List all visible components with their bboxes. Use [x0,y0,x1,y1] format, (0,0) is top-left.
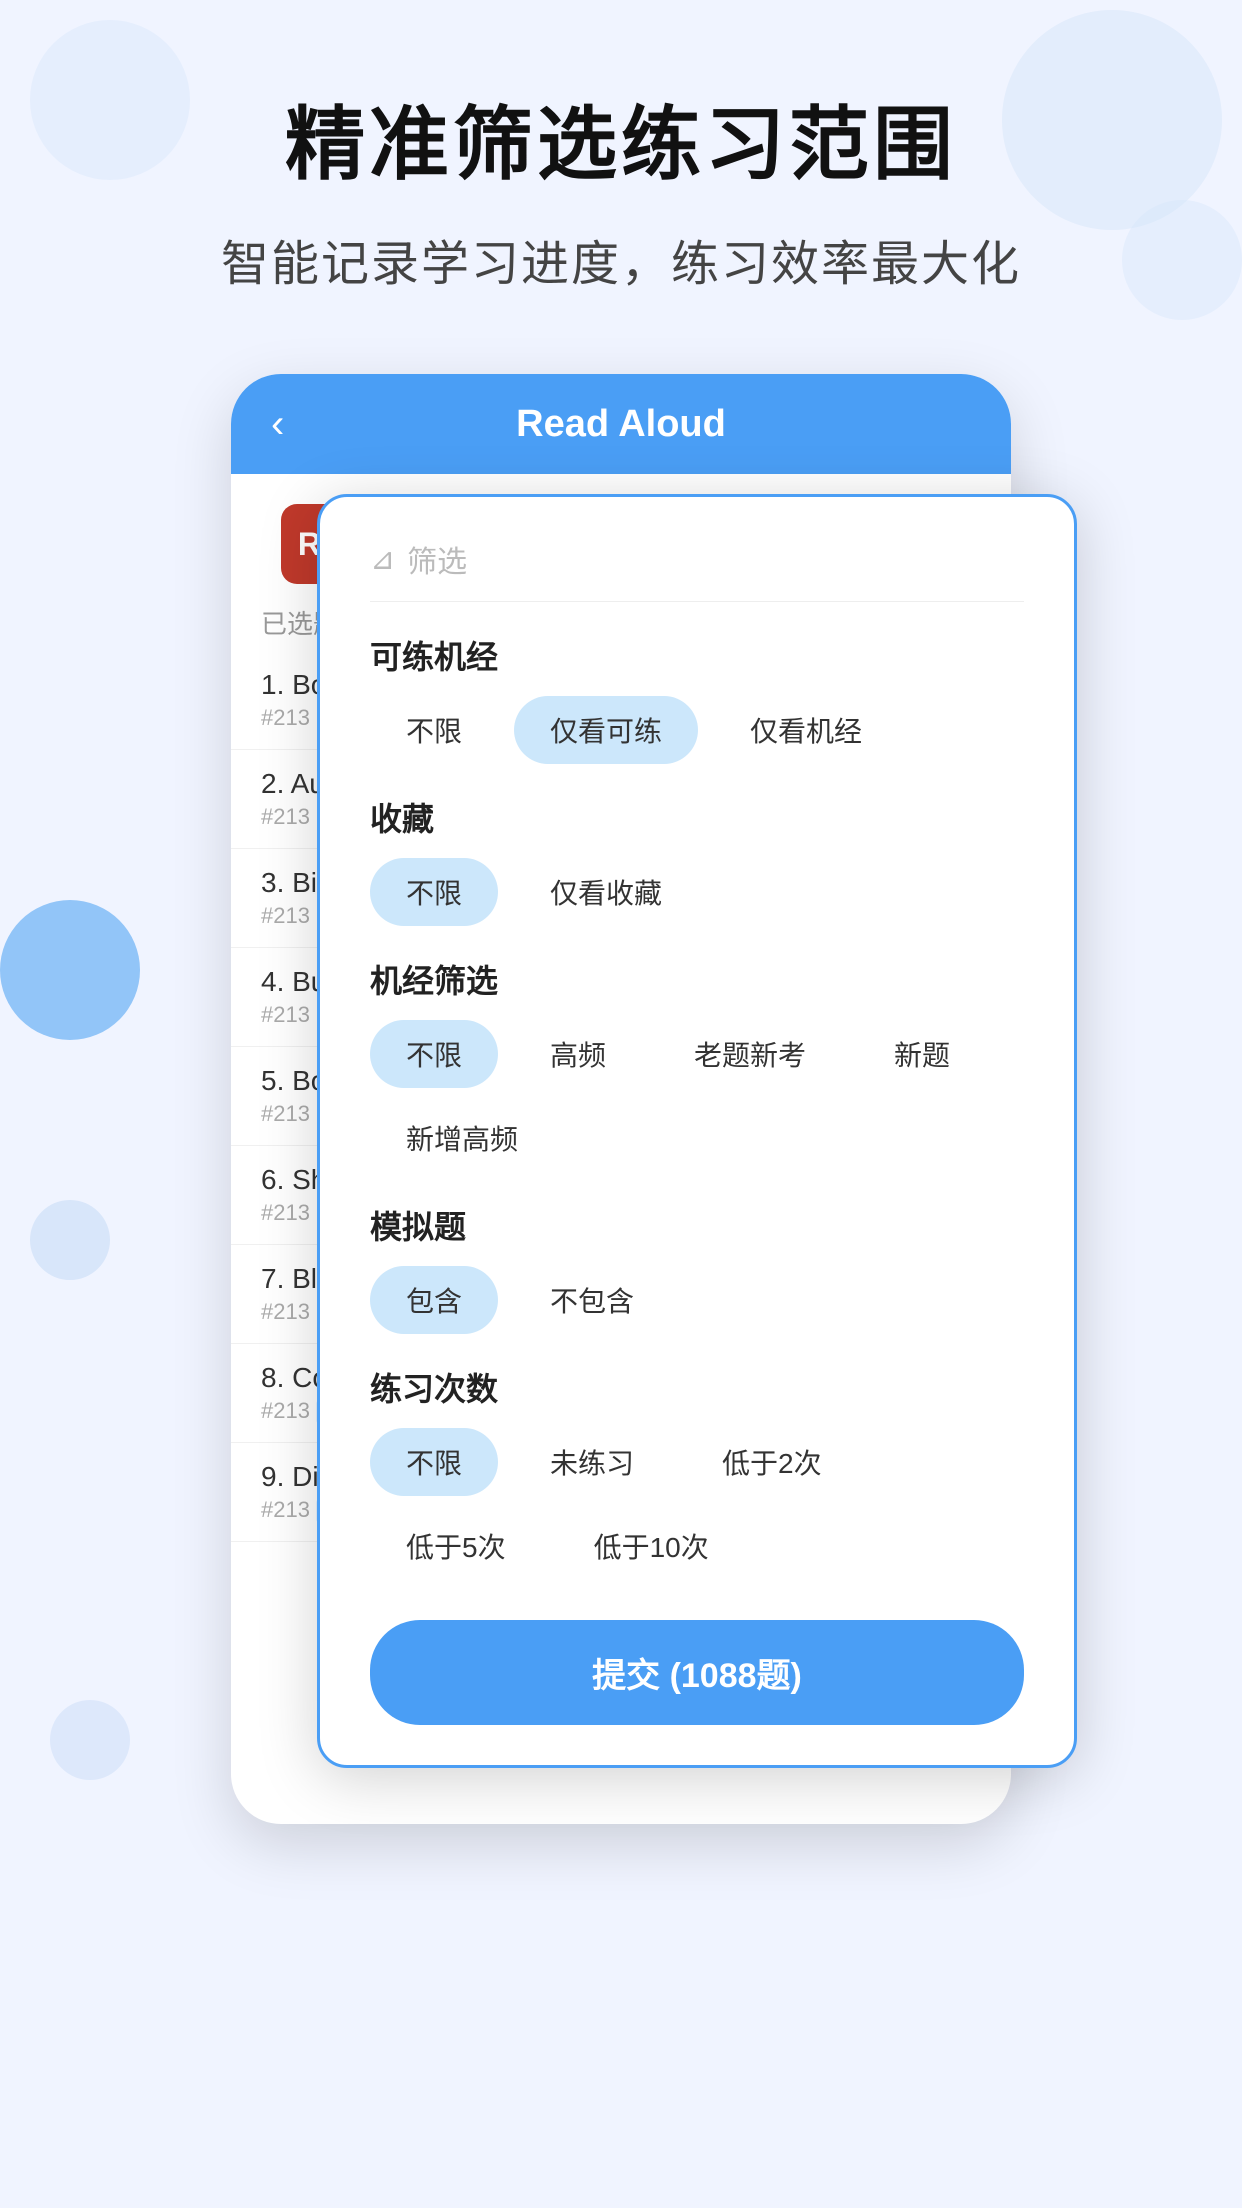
app-header: ‹ Read Aloud [231,374,1011,474]
filter-btn-新增高频[interactable]: 新增高频 [370,1104,554,1172]
filter-btn-不限[interactable]: 不限 [370,1020,498,1088]
filter-section-title-moni: 模拟题 [370,1202,1024,1248]
back-icon[interactable]: ‹ [271,402,284,447]
filter-btn-仅看机经[interactable]: 仅看机经 [714,696,898,764]
filter-options-jijing: 不限仅看可练仅看机经 [370,696,1024,764]
filter-modal: ⊿ 筛选 可练机经不限仅看可练仅看机经收藏不限仅看收藏机经筛选不限高频老题新考新… [317,494,1077,1768]
deco-blob-left-low [30,1200,110,1280]
header-section: 精准筛选练习范围 智能记录学习进度，练习效率最大化 [0,0,1242,334]
filter-section-jijing: 可练机经不限仅看可练仅看机经 [370,632,1024,764]
filter-section-shoucang: 收藏不限仅看收藏 [370,794,1024,926]
filter-btn-新题[interactable]: 新题 [858,1020,986,1088]
filter-btn-不限[interactable]: 不限 [370,1428,498,1496]
filter-btn-高频[interactable]: 高频 [514,1020,642,1088]
filter-funnel-icon: ⊿ [370,542,395,577]
filter-submit-button[interactable]: 提交 (1088题) [370,1620,1024,1725]
filter-section-title-practice_count: 练习次数 [370,1364,1024,1410]
deco-blob-left-mid [0,900,140,1040]
filter-section-title-jijing_filter: 机经筛选 [370,956,1024,1002]
filter-header: ⊿ 筛选 [370,537,1024,602]
deco-blob-left-lowest [50,1700,130,1780]
filter-options-practice_count: 不限未练习低于2次低于5次低于10次 [370,1428,1024,1580]
filter-section-moni: 模拟题包含不包含 [370,1202,1024,1334]
phone-container: ‹ Read Aloud RA 已选题目 0 1. Book ch #213 2… [171,374,1071,1824]
filter-title: 筛选 [407,537,467,581]
filter-options-shoucang: 不限仅看收藏 [370,858,1024,926]
filter-btn-低于10次[interactable]: 低于10次 [558,1512,745,1580]
filter-section-jijing_filter: 机经筛选不限高频老题新考新题新增高频 [370,956,1024,1172]
filter-btn-仅看可练[interactable]: 仅看可练 [514,696,698,764]
page-subtitle: 智能记录学习进度，练习效率最大化 [0,224,1242,294]
filter-btn-未练习[interactable]: 未练习 [514,1428,670,1496]
filter-section-practice_count: 练习次数不限未练习低于2次低于5次低于10次 [370,1364,1024,1580]
filter-section-title-jijing: 可练机经 [370,632,1024,678]
page-title: 精准筛选练习范围 [0,80,1242,196]
filter-btn-低于5次[interactable]: 低于5次 [370,1512,542,1580]
filter-btn-不限[interactable]: 不限 [370,696,498,764]
filter-sections-container: 可练机经不限仅看可练仅看机经收藏不限仅看收藏机经筛选不限高频老题新考新题新增高频… [370,632,1024,1580]
filter-btn-仅看收藏[interactable]: 仅看收藏 [514,858,698,926]
filter-btn-包含[interactable]: 包含 [370,1266,498,1334]
filter-btn-低于2次[interactable]: 低于2次 [686,1428,858,1496]
filter-section-title-shoucang: 收藏 [370,794,1024,840]
app-header-title: Read Aloud [516,403,726,446]
filter-options-jijing_filter: 不限高频老题新考新题新增高频 [370,1020,1024,1172]
filter-btn-老题新考[interactable]: 老题新考 [658,1020,842,1088]
filter-btn-不限[interactable]: 不限 [370,858,498,926]
filter-btn-不包含[interactable]: 不包含 [514,1266,670,1334]
filter-options-moni: 包含不包含 [370,1266,1024,1334]
